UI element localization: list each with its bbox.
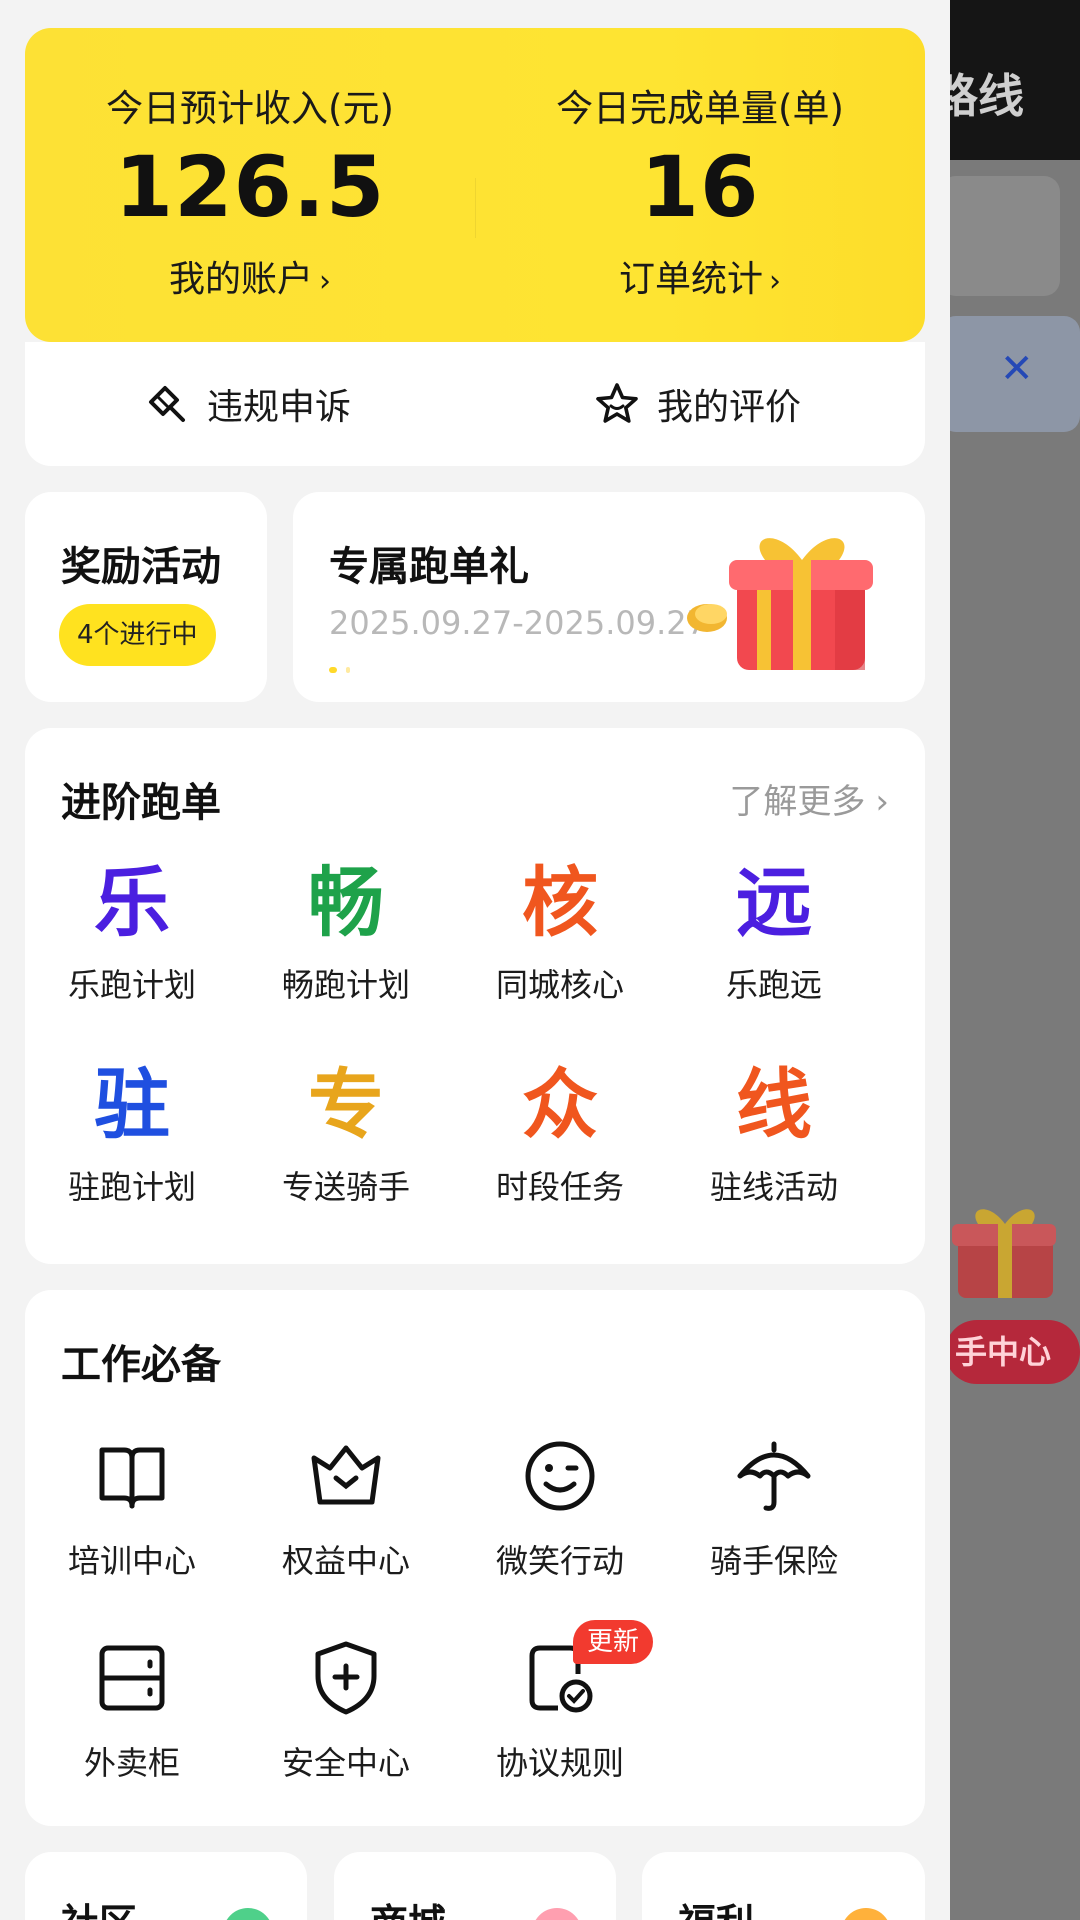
umbrella-icon xyxy=(737,1441,811,1511)
appeal-button[interactable]: 违规申诉 xyxy=(143,342,351,466)
work-item-label: 外卖柜 xyxy=(83,1744,180,1782)
advanced-running-section: 进阶跑单 了解更多 › 乐 乐跑计划 畅 畅跑计划 核 同城核心 远 乐跑远 驻 … xyxy=(25,728,925,1264)
orders-stat[interactable]: 今日完成单量(单) 16 订单统计 › xyxy=(475,28,925,342)
my-review-label: 我的评价 xyxy=(657,387,802,428)
exclusive-gift-card[interactable]: 专属跑单礼 2025.09.27-2025.09.27 xyxy=(293,492,925,702)
exclusive-date: 2025.09.27-2025.09.27 xyxy=(329,604,707,642)
background-search-box xyxy=(940,176,1060,296)
advanced-title: 进阶跑单 xyxy=(61,780,221,826)
plan-glyph-icon: 线 xyxy=(736,1060,812,1149)
learn-more-label: 了解更多 xyxy=(729,782,866,822)
reward-title: 奖励活动 xyxy=(61,544,221,590)
exclusive-title: 专属跑单礼 xyxy=(329,544,529,590)
chevron-right-icon: › xyxy=(319,264,331,299)
advanced-item[interactable]: 专 专送骑手 xyxy=(239,1060,453,1208)
work-title: 工作必备 xyxy=(61,1342,221,1388)
daily-stats-card: 今日预计收入(元) 126.5 我的账户 › 今日完成单量(单) 16 订单统计 › xyxy=(25,28,925,342)
advanced-item[interactable]: 远 乐跑远 xyxy=(667,858,881,1006)
community-card[interactable]: 社区 xyxy=(25,1852,307,1920)
work-item-label: 骑手保险 xyxy=(709,1542,838,1580)
work-item-label: 培训中心 xyxy=(67,1542,196,1580)
plan-glyph-icon: 畅 xyxy=(308,858,384,947)
smile-action-button[interactable]: 微笑行动 xyxy=(453,1426,667,1582)
work-item-label: 微笑行动 xyxy=(495,1542,624,1580)
advanced-item-label: 同城核心 xyxy=(495,966,624,1004)
benefits-center-button[interactable]: 权益中心 xyxy=(239,1426,453,1582)
plan-glyph-icon: 驻 xyxy=(94,1060,170,1149)
advanced-item-label: 乐跑计划 xyxy=(67,966,196,1004)
safety-center-button[interactable]: 安全中心 xyxy=(239,1628,453,1784)
crown-icon xyxy=(311,1445,381,1505)
work-item-label: 安全中心 xyxy=(281,1744,410,1782)
work-essentials-section: 工作必备 培训中心 权益中心 微笑行动 骑手保险 外卖柜 安全中心 更新 协议规… xyxy=(25,1290,925,1826)
work-item-label: 协议规则 xyxy=(495,1744,624,1782)
order-stats-link[interactable]: 订单统计 › xyxy=(475,250,925,302)
chevron-right-icon: › xyxy=(769,264,781,299)
hammer-icon xyxy=(149,386,185,422)
my-account-link[interactable]: 我的账户 › xyxy=(25,250,475,302)
advanced-item[interactable]: 畅 畅跑计划 xyxy=(239,858,453,1006)
mall-card[interactable]: 商城 xyxy=(334,1852,616,1920)
advanced-item-label: 畅跑计划 xyxy=(281,966,410,1004)
advanced-item-label: 专送骑手 xyxy=(281,1168,410,1206)
chevron-right-icon: › xyxy=(875,782,889,822)
carousel-indicator xyxy=(329,658,351,677)
background-center-pill[interactable]: 手中心 xyxy=(945,1320,1080,1384)
gift-icon xyxy=(952,1209,1056,1298)
plan-glyph-icon: 核 xyxy=(522,858,598,947)
plan-glyph-icon: 乐 xyxy=(94,858,170,947)
my-account-label: 我的账户 xyxy=(168,259,313,300)
star-icon xyxy=(596,383,638,423)
learn-more-link[interactable]: 了解更多 › xyxy=(729,774,889,823)
welfare-card[interactable]: 福利 xyxy=(642,1852,925,1920)
plan-glyph-icon: 专 xyxy=(308,1060,384,1149)
rider-insurance-button[interactable]: 骑手保险 xyxy=(667,1426,881,1582)
reward-activity-card[interactable]: 奖励活动 4个进行中 xyxy=(25,492,267,702)
close-icon[interactable]: ✕ xyxy=(1000,346,1034,392)
mall-icon xyxy=(532,1908,582,1920)
order-stats-label: 订单统计 xyxy=(618,259,763,300)
mall-title: 商城 xyxy=(370,1892,446,1920)
book-icon xyxy=(99,1447,165,1509)
orders-value: 16 xyxy=(640,138,760,236)
orders-label: 今日完成单量(单) xyxy=(556,87,844,130)
advanced-item-label: 驻跑计划 xyxy=(67,1168,196,1206)
community-title: 社区 xyxy=(61,1892,137,1920)
advanced-item[interactable]: 乐 乐跑计划 xyxy=(25,858,239,1006)
background-notice: ✕ xyxy=(940,316,1080,432)
plan-glyph-icon: 远 xyxy=(736,858,812,947)
training-center-button[interactable]: 培训中心 xyxy=(25,1426,239,1582)
shield-plus-icon xyxy=(315,1641,377,1715)
work-item-label: 权益中心 xyxy=(281,1542,410,1580)
advanced-item-label: 驻线活动 xyxy=(709,1168,838,1206)
income-label: 今日预计收入(元) xyxy=(106,87,394,130)
income-stat[interactable]: 今日预计收入(元) 126.5 我的账户 › xyxy=(25,28,475,342)
my-review-button[interactable]: 我的评价 xyxy=(593,342,801,466)
income-value: 126.5 xyxy=(114,138,386,236)
advanced-item[interactable]: 核 同城核心 xyxy=(453,858,667,1006)
update-badge: 更新 xyxy=(573,1620,654,1664)
advanced-item[interactable]: 驻 驻跑计划 xyxy=(25,1060,239,1208)
delivery-locker-button[interactable]: 外卖柜 xyxy=(25,1628,239,1784)
advanced-item-label: 时段任务 xyxy=(495,1168,624,1206)
plan-glyph-icon: 众 xyxy=(522,1060,598,1149)
appeal-label: 违规申诉 xyxy=(207,387,352,428)
welfare-title: 福利 xyxy=(678,1892,754,1920)
welfare-icon xyxy=(841,1908,891,1920)
community-icon xyxy=(223,1908,273,1920)
ongoing-badge: 4个进行中 xyxy=(59,604,216,666)
locker-icon xyxy=(99,1645,165,1711)
agreement-rules-button[interactable]: 更新 协议规则 xyxy=(453,1620,667,1784)
quick-actions: 违规申诉 我的评价 xyxy=(25,342,925,466)
gift-icon xyxy=(687,538,873,670)
smile-icon xyxy=(525,1441,595,1511)
advanced-item-label: 乐跑远 xyxy=(725,966,822,1004)
advanced-item[interactable]: 众 时段任务 xyxy=(453,1060,667,1208)
side-drawer: 今日预计收入(元) 126.5 我的账户 › 今日完成单量(单) 16 订单统计 ›… xyxy=(0,0,950,1920)
advanced-item[interactable]: 线 驻线活动 xyxy=(667,1060,881,1208)
